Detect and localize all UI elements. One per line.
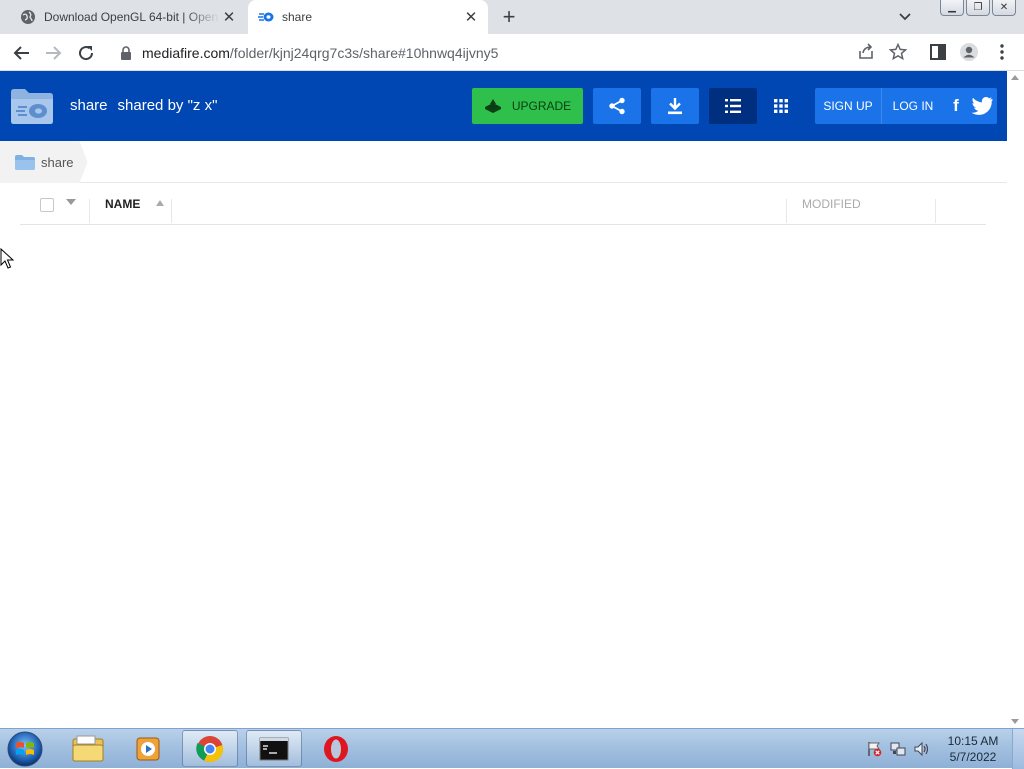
facebook-icon[interactable]: f bbox=[946, 96, 966, 116]
file-table-header: NAME MODIFIED bbox=[20, 185, 986, 225]
mediafire-icon bbox=[258, 9, 274, 25]
tab-share[interactable]: share ✕ bbox=[248, 0, 488, 34]
taskbar-clock[interactable]: 10:15 AM 5/7/2022 bbox=[940, 733, 1006, 765]
upgrade-button[interactable]: UPGRADE bbox=[472, 88, 583, 124]
action-center-flag-icon[interactable] bbox=[866, 741, 882, 757]
restore-button[interactable]: ❐ bbox=[966, 0, 990, 16]
arrow-right-icon bbox=[46, 46, 62, 60]
address-bar[interactable]: mediafire.com/folder/kjnj24qrg7c3s/share… bbox=[110, 38, 916, 67]
column-divider bbox=[171, 199, 172, 223]
list-view-button[interactable] bbox=[709, 88, 757, 124]
windows-taskbar: 10:15 AM 5/7/2022 bbox=[0, 728, 1024, 769]
download-icon bbox=[668, 98, 682, 115]
windows-start-button-icon[interactable] bbox=[5, 730, 45, 768]
side-panel-icon[interactable] bbox=[928, 42, 948, 62]
upgrade-label: UPGRADE bbox=[511, 99, 572, 113]
mediafire-header: share shared by "z x" UPGRADE SIGN UP LOG… bbox=[0, 71, 1007, 141]
clock-time: 10:15 AM bbox=[947, 734, 999, 748]
globe-icon bbox=[20, 9, 36, 25]
column-divider bbox=[89, 199, 90, 223]
chrome-icon bbox=[196, 735, 224, 762]
back-button[interactable] bbox=[8, 40, 34, 66]
command-prompt-icon bbox=[259, 737, 289, 760]
show-desktop-button[interactable] bbox=[1012, 729, 1024, 769]
shared-by-text: shared by "z x" bbox=[117, 97, 218, 114]
taskbar-chrome[interactable] bbox=[182, 730, 238, 767]
auth-box: SIGN UP LOG IN f bbox=[815, 88, 997, 124]
breadcrumb-label: share bbox=[41, 154, 74, 170]
profile-avatar-icon[interactable] bbox=[959, 42, 979, 62]
file-explorer-icon bbox=[72, 735, 104, 761]
scroll-up-arrow-icon[interactable] bbox=[1011, 75, 1019, 80]
system-tray bbox=[866, 737, 930, 761]
sign-up-button[interactable]: SIGN UP bbox=[815, 88, 882, 124]
column-header-modified[interactable]: MODIFIED bbox=[802, 197, 861, 211]
browser-tab-strip: Download OpenGL 64-bit | Open ✕ share ✕ … bbox=[0, 0, 1024, 34]
breadcrumb-item-share[interactable]: share bbox=[0, 141, 88, 183]
grid-view-icon bbox=[774, 99, 788, 113]
tab-title: Download OpenGL 64-bit | Open bbox=[44, 10, 219, 24]
taskbar-opera[interactable] bbox=[308, 730, 364, 767]
minimize-button[interactable]: ▁ bbox=[940, 0, 964, 16]
lock-icon bbox=[121, 45, 131, 60]
close-window-button[interactable]: ✕ bbox=[992, 0, 1016, 16]
network-icon[interactable] bbox=[890, 741, 906, 757]
grid-view-button[interactable] bbox=[757, 88, 805, 124]
mouse-cursor-icon bbox=[0, 248, 14, 269]
folder-title: share shared by "z x" bbox=[70, 97, 217, 114]
new-tab-button[interactable]: + bbox=[498, 6, 520, 28]
reload-button[interactable] bbox=[73, 40, 99, 66]
media-player-icon bbox=[136, 737, 160, 760]
close-tab-icon[interactable]: ✕ bbox=[220, 8, 238, 26]
opera-icon bbox=[324, 735, 348, 762]
close-tab-icon[interactable]: ✕ bbox=[462, 8, 480, 26]
bookmark-star-icon[interactable] bbox=[888, 42, 908, 62]
clock-date: 5/7/2022 bbox=[949, 750, 997, 764]
breadcrumb-bar: share bbox=[0, 141, 1007, 183]
column-divider bbox=[935, 199, 936, 223]
scroll-down-arrow-icon[interactable] bbox=[1011, 719, 1019, 724]
tab-title: share bbox=[282, 10, 313, 24]
chevron-down-icon[interactable] bbox=[895, 8, 915, 26]
folder-icon bbox=[15, 155, 35, 170]
log-in-button[interactable]: LOG IN bbox=[883, 88, 943, 124]
twitter-icon[interactable] bbox=[971, 96, 993, 116]
taskbar-media-player[interactable] bbox=[120, 730, 176, 767]
folder-name: share bbox=[70, 97, 108, 114]
menu-kebab-icon[interactable] bbox=[992, 42, 1012, 62]
upgrade-box-icon bbox=[484, 99, 501, 113]
taskbar-explorer[interactable] bbox=[60, 730, 116, 767]
column-header-name[interactable]: NAME bbox=[105, 197, 140, 211]
browser-toolbar: mediafire.com/folder/kjnj24qrg7c3s/share… bbox=[0, 34, 1024, 71]
reload-icon bbox=[79, 46, 94, 61]
arrow-left-icon bbox=[13, 46, 29, 60]
page-scrollbar[interactable] bbox=[1007, 71, 1024, 728]
tab-opengl[interactable]: Download OpenGL 64-bit | Open ✕ bbox=[8, 0, 246, 34]
list-view-icon bbox=[725, 99, 741, 113]
volume-icon[interactable] bbox=[914, 741, 930, 757]
mediafire-folder-logo-icon bbox=[11, 89, 53, 124]
share-button[interactable] bbox=[593, 88, 641, 124]
url-domain: mediafire.com bbox=[142, 44, 230, 61]
forward-button[interactable] bbox=[41, 40, 67, 66]
share-page-icon[interactable] bbox=[856, 42, 876, 62]
share-icon bbox=[609, 97, 625, 115]
url-path: /folder/kjnj24qrg7c3s/share#10hnwq4ijvny… bbox=[229, 44, 499, 61]
select-all-checkbox[interactable] bbox=[40, 198, 54, 212]
window-controls: ▁ ❐ ✕ bbox=[940, 0, 1016, 16]
sort-ascending-icon[interactable] bbox=[156, 200, 164, 206]
download-button[interactable] bbox=[651, 88, 699, 124]
select-options-dropdown-icon[interactable] bbox=[66, 199, 76, 205]
column-divider bbox=[786, 199, 787, 223]
taskbar-cmd[interactable] bbox=[246, 730, 302, 767]
